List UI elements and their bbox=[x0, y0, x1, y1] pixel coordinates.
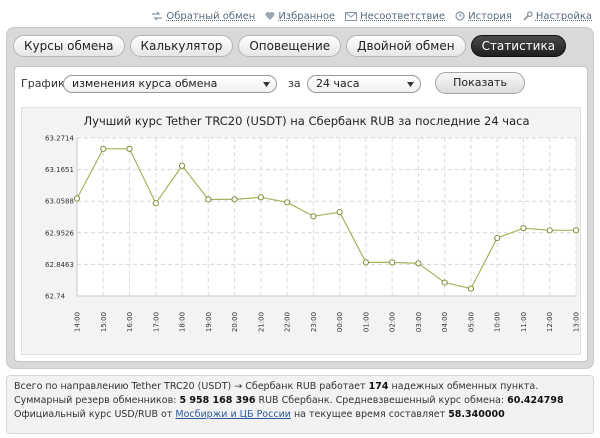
x-tick-label: 19:00 bbox=[205, 312, 213, 332]
graph-type-select[interactable]: изменения курса обмена bbox=[63, 75, 277, 93]
data-point bbox=[520, 225, 527, 232]
exchangers-count: 174 bbox=[368, 381, 389, 392]
history-icon bbox=[455, 11, 465, 21]
period-label: за bbox=[288, 77, 301, 90]
x-tick-label: 04:00 bbox=[441, 312, 449, 332]
x-tick-label: 20:00 bbox=[231, 312, 239, 332]
period-value: 24 часа bbox=[316, 77, 360, 90]
data-point bbox=[310, 213, 317, 220]
tab-alerts[interactable]: Оповещение bbox=[238, 35, 342, 57]
x-tick-label: 03:00 bbox=[415, 312, 423, 332]
x-tick-label: 01:00 bbox=[362, 312, 370, 332]
chart-title: Лучший курс Tether TRC20 (USDT) на Сберб… bbox=[83, 114, 529, 128]
x-tick-label: 17:00 bbox=[152, 312, 160, 332]
mail-icon bbox=[345, 11, 358, 21]
data-point bbox=[152, 200, 159, 207]
info-line-2: Суммарный резерв обменников: 5 958 168 3… bbox=[14, 395, 564, 406]
x-tick-label: 12:00 bbox=[546, 312, 554, 332]
x-tick-label: 15:00 bbox=[100, 312, 108, 332]
info-line-1: Всего по направлению Tether TRC20 (USDT)… bbox=[14, 381, 539, 392]
data-point bbox=[336, 209, 343, 216]
x-tick-label: 16:00 bbox=[126, 312, 134, 332]
main-panel: Курсы обмена Калькулятор Оповещение Двой… bbox=[6, 27, 594, 369]
toplink-history[interactable]: История bbox=[455, 11, 512, 22]
x-tick-label: 10:00 bbox=[494, 312, 502, 332]
info-line-3: Официальный курс USD/RUB от Мосбиржи и Ц… bbox=[14, 409, 505, 420]
total-reserve: 5 958 168 396 bbox=[179, 395, 256, 406]
data-point bbox=[546, 227, 553, 234]
tab-calculator[interactable]: Калькулятор bbox=[129, 35, 234, 57]
chevron-down-icon bbox=[407, 82, 414, 87]
chevron-down-icon bbox=[263, 82, 270, 87]
data-point bbox=[284, 199, 291, 206]
x-tick-label: 02:00 bbox=[389, 312, 397, 332]
x-tick-label: 13:00 bbox=[573, 312, 581, 332]
data-point bbox=[467, 285, 475, 292]
y-tick-label: 63.2714 bbox=[45, 135, 74, 143]
data-point bbox=[73, 195, 81, 202]
info-panel: Всего по направлению Tether TRC20 (USDT)… bbox=[6, 375, 594, 434]
tab-rates[interactable]: Курсы обмена bbox=[13, 35, 125, 57]
toplink-reverse[interactable]: Обратный обмен bbox=[151, 11, 255, 22]
tab-double-exchange[interactable]: Двойной обмен bbox=[346, 35, 466, 57]
top-links: Обратный обмен Избранное Несоответствие … bbox=[151, 8, 592, 24]
y-tick-label: 62.8463 bbox=[45, 261, 74, 269]
moex-cbr-link[interactable]: Мосбиржи и ЦБ России bbox=[175, 409, 291, 420]
toplink-favorites[interactable]: Избранное bbox=[265, 11, 335, 22]
x-tick-label: 21:00 bbox=[257, 312, 265, 332]
x-tick-label: 18:00 bbox=[179, 312, 187, 332]
official-rate: 58.340000 bbox=[448, 409, 505, 420]
heart-icon bbox=[265, 12, 275, 20]
toplink-settings[interactable]: Настройка bbox=[522, 11, 592, 22]
data-point bbox=[100, 145, 107, 152]
links-icon bbox=[152, 11, 163, 21]
y-tick-label: 63.0588 bbox=[45, 198, 74, 206]
y-tick-label: 62.9526 bbox=[45, 229, 74, 237]
data-point bbox=[389, 259, 396, 266]
data-point bbox=[231, 196, 238, 203]
graph-type-value: изменения курса обмена bbox=[72, 77, 218, 90]
data-point bbox=[205, 196, 212, 203]
x-tick-label: 05:00 bbox=[467, 312, 475, 332]
data-point bbox=[441, 279, 448, 286]
average-rate: 60.424798 bbox=[507, 395, 564, 406]
plot-area bbox=[77, 138, 576, 296]
x-tick-label: 23:00 bbox=[310, 312, 318, 332]
data-point bbox=[178, 162, 186, 169]
settings-icon bbox=[523, 10, 533, 21]
y-tick-label: 62.74 bbox=[45, 293, 66, 301]
data-point bbox=[494, 234, 501, 242]
y-tick-label: 63.1651 bbox=[45, 166, 74, 174]
tab-bar: Курсы обмена Калькулятор Оповещение Двой… bbox=[13, 35, 567, 57]
data-point bbox=[257, 194, 264, 201]
x-tick-label: 22:00 bbox=[284, 312, 292, 332]
period-select[interactable]: 24 часа bbox=[307, 75, 421, 93]
graph-label: График bbox=[21, 77, 65, 90]
tab-statistics[interactable]: Статистика bbox=[470, 35, 567, 57]
x-tick-label: 14:00 bbox=[74, 312, 82, 332]
chart-controls: График изменения курса обмена за 24 часа… bbox=[15, 67, 587, 101]
data-point bbox=[126, 145, 133, 152]
x-tick-label: 00:00 bbox=[336, 312, 344, 332]
x-tick-label: 11:00 bbox=[520, 312, 528, 332]
data-point bbox=[572, 227, 580, 234]
rate-chart-svg: Лучший курс Tether TRC20 (USDT) на Сберб… bbox=[45, 114, 581, 332]
rate-chart: Лучший курс Tether TRC20 (USDT) на Сберб… bbox=[21, 107, 581, 355]
toplink-mismatch[interactable]: Несоответствие bbox=[345, 11, 445, 22]
statistics-content: График изменения курса обмена за 24 часа… bbox=[14, 66, 588, 362]
data-point bbox=[415, 260, 422, 267]
data-point bbox=[362, 259, 369, 266]
show-button[interactable]: Показать bbox=[435, 72, 525, 94]
